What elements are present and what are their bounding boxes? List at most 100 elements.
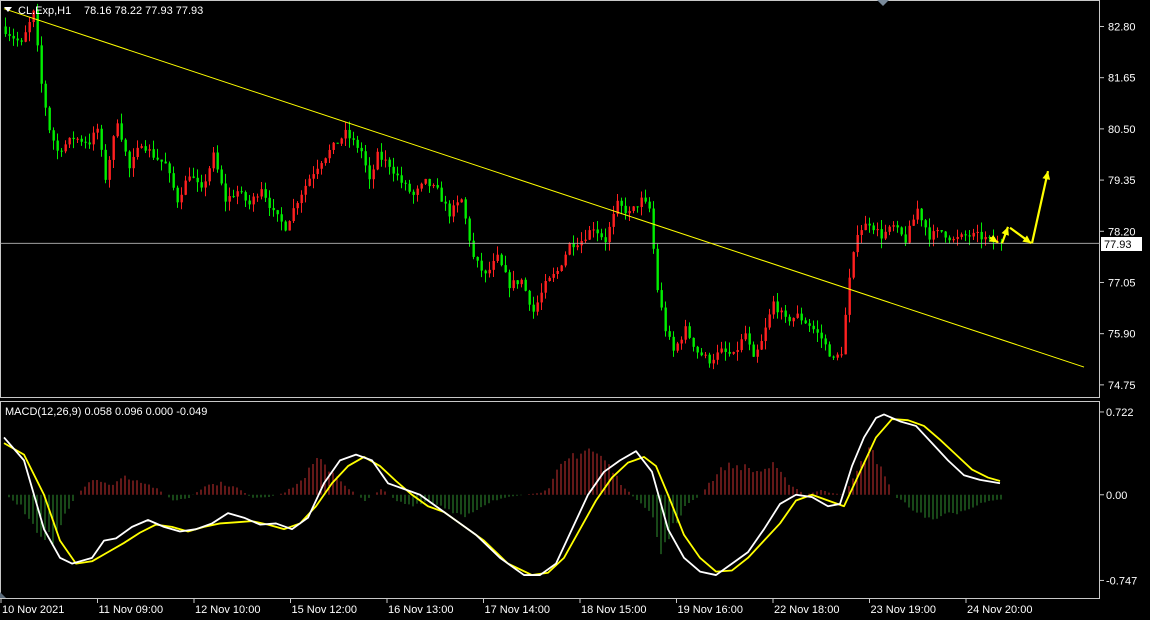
candle-body	[416, 188, 419, 195]
candle-body	[140, 146, 143, 148]
candle-body	[308, 178, 311, 186]
candle-body	[408, 183, 411, 192]
macd-tick-label: 0.00	[1106, 490, 1127, 502]
candle-body	[84, 141, 87, 143]
candle-body	[792, 317, 795, 322]
ohlc-values: 78.16 78.22 77.93 77.93	[84, 5, 203, 17]
candle-body	[972, 232, 975, 237]
candle-body	[788, 316, 791, 322]
candle-body	[96, 128, 99, 133]
candle-body	[352, 138, 355, 140]
candle-body	[640, 197, 643, 208]
candle-body	[884, 231, 887, 239]
time-tick-label: 11 Nov 09:00	[99, 604, 164, 616]
candle-body	[20, 40, 23, 42]
candle-body	[740, 339, 743, 351]
candle-body	[264, 189, 267, 198]
candle-body	[692, 337, 695, 347]
price-tick-label: 80.50	[1108, 124, 1136, 136]
candle-body	[608, 226, 611, 243]
candle-body	[192, 176, 195, 178]
candle-body	[752, 344, 755, 357]
candle-body	[844, 314, 847, 355]
candle-body	[804, 320, 807, 324]
candle-body	[288, 221, 291, 231]
candle-body	[592, 229, 595, 231]
candle-body	[392, 166, 395, 174]
candle-body	[764, 327, 767, 342]
time-tick-label: 22 Nov 18:00	[774, 604, 839, 616]
candle-body	[660, 290, 663, 308]
candle-body	[900, 227, 903, 235]
candle-body	[188, 176, 191, 181]
candle-body	[132, 156, 135, 169]
candle-body	[396, 173, 399, 176]
candle-body	[720, 348, 723, 353]
time-tick-label: 18 Nov 15:00	[581, 604, 646, 616]
candle-body	[948, 237, 951, 241]
candle-body	[260, 189, 263, 197]
candle-body	[56, 140, 59, 151]
candle-body	[684, 326, 687, 340]
current-price-value: 77.93	[1104, 239, 1132, 251]
candle-body	[272, 207, 275, 211]
candle-body	[508, 272, 511, 289]
candle-body	[76, 138, 79, 140]
candle-body	[256, 196, 259, 198]
candle-body	[648, 201, 651, 209]
candle-body	[772, 301, 775, 315]
candle-body	[224, 183, 227, 202]
candle-body	[160, 159, 163, 162]
candle-body	[524, 279, 527, 291]
price-tick-label: 79.35	[1108, 175, 1136, 187]
trading-chart[interactable]: 82.80 81.65 80.50 79.35 78.20 77.05 75.90 74.75…	[0, 0, 1150, 620]
candle-body	[680, 339, 683, 344]
candle-body	[24, 32, 27, 42]
candle-body	[252, 196, 255, 205]
candle-body	[68, 137, 71, 145]
candle-body	[400, 175, 403, 183]
candle-body	[852, 252, 855, 278]
candle-body	[348, 129, 351, 139]
candle-body	[108, 159, 111, 180]
candle-body	[504, 265, 507, 273]
candle-body	[64, 144, 67, 152]
candle-body	[448, 203, 451, 217]
candle-body	[116, 123, 119, 137]
candle-body	[728, 351, 731, 354]
candle-body	[456, 202, 459, 206]
candle-body	[164, 161, 167, 164]
candle-body	[304, 185, 307, 195]
candle-body	[372, 169, 375, 180]
candle-body	[488, 269, 491, 274]
time-tick-label: 19 Nov 16:00	[678, 604, 743, 616]
candle-body	[808, 323, 811, 326]
candle-body	[812, 325, 815, 330]
candle-body	[244, 192, 247, 201]
candle-body	[368, 165, 371, 180]
candle-body	[292, 208, 295, 222]
candle-body	[632, 206, 635, 211]
candle-body	[152, 149, 155, 158]
candle-body	[376, 151, 379, 170]
candle-body	[896, 225, 899, 228]
candle-body	[412, 191, 415, 195]
candle-body	[968, 235, 971, 237]
candle-body	[156, 157, 159, 160]
candle-body	[552, 273, 555, 278]
candle-body	[72, 137, 75, 140]
candle-body	[216, 152, 219, 170]
candle-body	[888, 226, 891, 232]
candle-body	[912, 219, 915, 226]
candle-body	[4, 26, 7, 35]
candle-body	[128, 151, 131, 169]
candle-body	[796, 313, 799, 318]
candle-body	[924, 220, 927, 228]
candle-body	[112, 136, 115, 160]
candle-body	[144, 146, 147, 151]
candle-body	[480, 260, 483, 271]
candle-body	[836, 354, 839, 358]
candle-body	[604, 237, 607, 243]
candle-body	[624, 205, 627, 214]
candle-body	[184, 180, 187, 195]
